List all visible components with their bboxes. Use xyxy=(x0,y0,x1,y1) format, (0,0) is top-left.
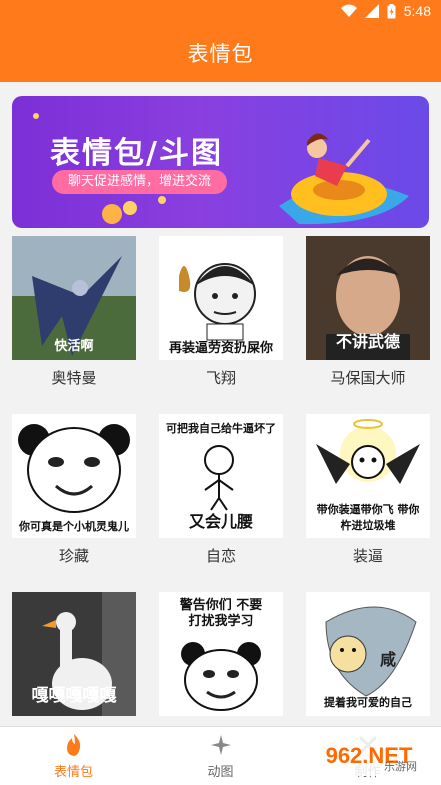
banner-title: 表情包/斗图 xyxy=(50,136,223,171)
sticker-text: 带你装逼带你飞 带你杵进垃圾堆 xyxy=(316,503,420,532)
flame-icon xyxy=(66,733,80,756)
promo-banner[interactable]: 表情包/斗图 聊天促进感情，增进交流 xyxy=(12,96,429,228)
sticker-card[interactable]: 快活啊 奥特曼 xyxy=(12,236,136,396)
sticker-thumbnail[interactable]: 你可真是个小机灵鬼儿 xyxy=(12,414,136,538)
sticker-caption: 飞翔 xyxy=(205,369,236,387)
tab-label: 动图 xyxy=(207,764,234,780)
sticker-card[interactable]: 带你装逼带你飞 带你杵进垃圾堆 装逼 xyxy=(306,414,430,574)
sticker-thumbnail[interactable]: 咸 提着我可爱的自己 xyxy=(306,592,430,716)
sticker-thumbnail[interactable]: 嘎嘎嘎嘎嘎 xyxy=(12,592,136,716)
page-title: 表情包 xyxy=(187,42,254,66)
sticker-mid-text: 咸 xyxy=(379,650,396,669)
banner-subtitle: 聊天促进感情，增进交流 xyxy=(52,170,228,194)
watermark-cn: 乐游网 xyxy=(384,760,417,773)
sticker-text: 嘎嘎嘎嘎嘎 xyxy=(31,686,117,706)
sticker-card[interactable]: 警告你们 不要打扰我学习 xyxy=(159,592,283,716)
sticker-caption: 装逼 xyxy=(352,547,383,565)
site-watermark: 962.NET 乐游网 xyxy=(305,736,433,776)
sticker-text: 快活啊 xyxy=(54,339,94,354)
tab-label: 表情包 xyxy=(53,764,93,780)
sticker-card[interactable]: 再装逼劳资扔屎你 飞翔 xyxy=(159,236,283,396)
clock: 5:48 xyxy=(403,3,431,19)
sticker-caption: 马保国大师 xyxy=(330,369,406,387)
sticker-text: 再装逼劳资扔屎你 xyxy=(168,341,273,356)
sticker-caption: 自恋 xyxy=(205,547,236,565)
sticker-card[interactable]: 你可真是个小机灵鬼儿 珍藏 xyxy=(12,414,136,574)
sticker-caption: 奥特曼 xyxy=(51,369,97,387)
sticker-card[interactable]: 嘎嘎嘎嘎嘎 xyxy=(12,592,136,716)
sticker-thumbnail[interactable]: 带你装逼带你飞 带你杵进垃圾堆 xyxy=(306,414,430,538)
app-bar: 表情包 xyxy=(0,24,441,82)
sticker-thumbnail[interactable]: 快活啊 xyxy=(12,236,136,360)
signal-icon xyxy=(364,4,379,18)
battery-icon xyxy=(387,3,396,18)
tab-gifs[interactable]: 动图 xyxy=(147,727,294,785)
sticker-thumbnail[interactable]: 警告你们 不要打扰我学习 xyxy=(159,592,283,716)
sparkle-icon xyxy=(210,734,231,755)
status-icons: 5:48 xyxy=(340,3,431,19)
sticker-caption: 珍藏 xyxy=(58,547,89,565)
status-bar: 5:48 xyxy=(0,0,441,24)
tab-stickers[interactable]: 表情包 xyxy=(0,727,147,785)
sticker-card[interactable]: 咸 提着我可爱的自己 xyxy=(306,592,430,716)
wifi-icon xyxy=(340,4,357,17)
sticker-text: 提着我可爱的自己 xyxy=(324,696,412,709)
sticker-text: 你可真是个小机灵鬼儿 xyxy=(19,520,129,533)
sticker-thumbnail[interactable]: 不讲武德 xyxy=(306,236,430,360)
sticker-text: 又会儿腰 xyxy=(188,512,253,531)
sticker-text: 不讲武德 xyxy=(335,332,400,351)
sticker-card[interactable]: 可把我自己给牛逼坏了 又会儿腰 自恋 xyxy=(159,414,283,574)
sticker-thumbnail[interactable]: 再装逼劳资扔屎你 xyxy=(159,236,283,360)
sticker-thumbnail[interactable]: 可把我自己给牛逼坏了 又会儿腰 xyxy=(159,414,283,538)
float-ring-illustration xyxy=(279,133,409,225)
panda-face-image xyxy=(181,642,261,711)
sticker-card[interactable]: 不讲武德 马保国大师 xyxy=(306,236,430,396)
